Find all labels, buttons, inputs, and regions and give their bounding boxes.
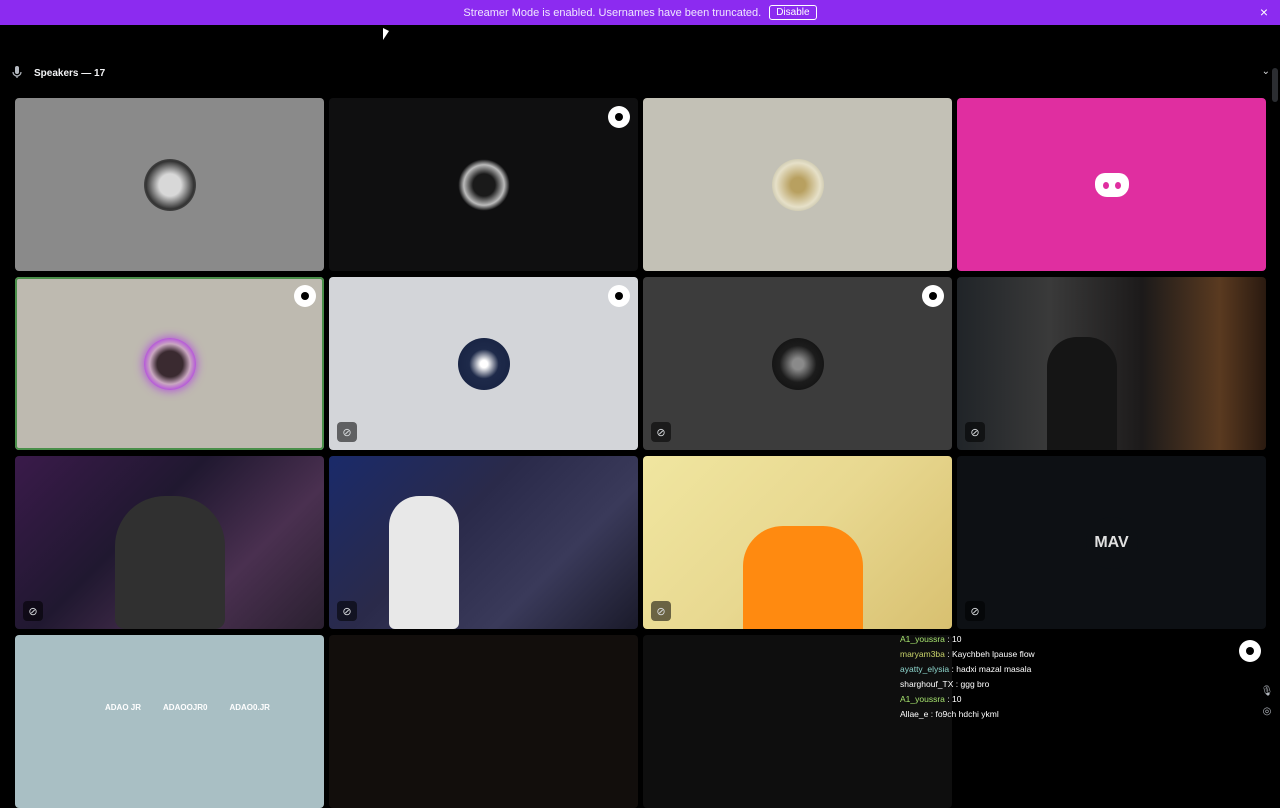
gaming-chair [389, 496, 459, 629]
participant-tile[interactable]: ⊘ [329, 277, 638, 450]
chevron-down-icon[interactable]: ⌄ [1262, 66, 1270, 77]
participant-video-tile[interactable] [329, 635, 638, 808]
social-handles-overlay: ADAO JR ADAOOJR0 ADAO0.JR [105, 703, 270, 712]
right-rail: 🎙 ◎ [1260, 682, 1274, 722]
participant-video-tile[interactable]: ⊘ [957, 277, 1266, 450]
video-person [743, 526, 863, 629]
participant-video-tile[interactable]: ⊘ [329, 456, 638, 629]
screen-share-icon: ⊘ [651, 422, 671, 442]
close-icon[interactable]: × [1260, 4, 1268, 20]
video-off-icon: ⊘ [337, 422, 357, 442]
discord-logo-icon [1094, 172, 1129, 197]
disable-streamer-mode-button[interactable]: Disable [769, 5, 817, 20]
banner-message: Streamer Mode is enabled. Usernames have… [463, 6, 762, 19]
participant-tile[interactable]: ⊘ [643, 277, 952, 450]
participant-tile[interactable] [329, 98, 638, 271]
participant-tile[interactable]: MAV ⊘ [957, 456, 1266, 629]
section-title: Speakers — 17 [34, 67, 106, 79]
mic-muted-icon: ⊘ [965, 422, 985, 442]
scrollbar[interactable] [1272, 68, 1278, 102]
participant-tile-speaking[interactable] [15, 277, 324, 450]
stage-badge-icon [1239, 640, 1261, 662]
participant-tile[interactable] [957, 98, 1266, 271]
chat-line: A1_youssra : 10 [900, 634, 962, 644]
mic-muted-icon: ⊘ [23, 601, 43, 621]
mic-muted-icon: ⊘ [965, 601, 985, 621]
stage-badge-icon [922, 285, 944, 307]
chat-line: ayatty_elysia : hadxi mazal masala [900, 664, 1032, 674]
chat-line: maryam3ba : Kaychbeh lpause flow [900, 649, 1035, 659]
chat-line: A1_youssra : 10 [900, 694, 962, 704]
participant-video-tile[interactable]: ⊘ [15, 456, 324, 629]
mav-logo: MAV [1085, 516, 1138, 569]
speakers-section-header[interactable]: Speakers — 17 [10, 62, 105, 84]
avatar [457, 158, 510, 211]
chat-line: sharghouf_TX : ggg bro [900, 679, 990, 689]
video-person [1047, 337, 1117, 450]
avatar [771, 158, 824, 211]
mic-muted-icon: ⊘ [337, 601, 357, 621]
stage-badge-icon [608, 285, 630, 307]
youtube-handle: ADAO JR [105, 703, 142, 712]
streamer-mode-banner: Streamer Mode is enabled. Usernames have… [0, 0, 1280, 25]
target-icon[interactable]: ◎ [1260, 702, 1274, 722]
video-person [115, 496, 225, 629]
participant-tile[interactable] [15, 98, 324, 271]
avatar [143, 158, 196, 211]
stage-badge-icon [294, 285, 316, 307]
avatar [457, 337, 510, 390]
stage-badge-icon [608, 106, 630, 128]
microphone-icon[interactable]: 🎙 [1260, 682, 1274, 702]
mouse-cursor [383, 28, 389, 40]
avatar [143, 337, 196, 390]
microphone-icon [10, 65, 24, 82]
participant-tile[interactable] [643, 98, 952, 271]
avatar [771, 337, 824, 390]
mic-muted-icon: ⊘ [651, 601, 671, 621]
stream-chat-overlay: A1_youssra : 10 maryam3ba : Kaychbeh lpa… [900, 632, 1180, 722]
participant-video-tile[interactable]: ADAO JR ADAOOJR0 ADAO0.JR [15, 635, 324, 808]
participant-video-tile[interactable]: ⊘ [643, 456, 952, 629]
kick-handle: ADAOOJR0 [163, 703, 208, 712]
instagram-handle: ADAO0.JR [229, 703, 270, 712]
